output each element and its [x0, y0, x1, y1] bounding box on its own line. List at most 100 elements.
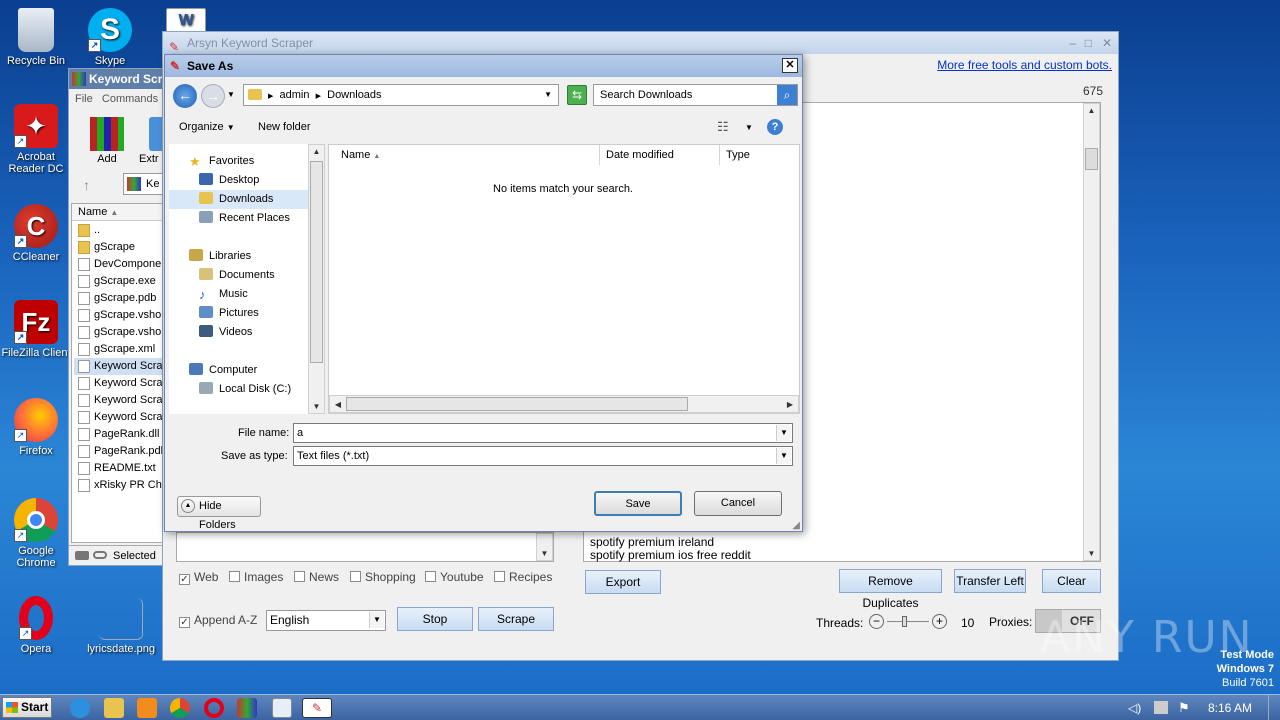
- scraper-taskbar-icon[interactable]: ✎: [302, 698, 332, 718]
- checkbox-append-az[interactable]: ✓: [179, 617, 190, 628]
- checkbox-news[interactable]: [294, 571, 305, 582]
- organize-button[interactable]: Organize ▼: [179, 121, 235, 133]
- scroll-left-arrow-icon[interactable]: ◀: [332, 400, 344, 409]
- file-list-item[interactable]: gScrape.pdb: [74, 290, 162, 307]
- file-list-item[interactable]: DevComponer: [74, 256, 162, 273]
- slider-thumb[interactable]: [902, 616, 907, 627]
- breadcrumb-downloads[interactable]: Downloads: [327, 89, 381, 101]
- scroll-right-arrow-icon[interactable]: ▶: [784, 400, 796, 409]
- column-type[interactable]: Type: [720, 145, 800, 165]
- file-list-item[interactable]: gScrape.exe: [74, 273, 162, 290]
- clock[interactable]: 8:16 AM: [1208, 701, 1252, 715]
- search-field[interactable]: Search Downloads ⌕: [593, 84, 798, 106]
- dialog-close-icon[interactable]: ✕: [782, 58, 798, 73]
- file-list-item[interactable]: Keyword Scra: [74, 375, 162, 392]
- file-list-item[interactable]: README.txt: [74, 460, 162, 477]
- opera-taskbar-icon[interactable]: [204, 698, 224, 718]
- file-list-item[interactable]: Keyword Scra: [74, 358, 162, 375]
- scroll-down-arrow-icon[interactable]: ▼: [309, 402, 324, 411]
- file-list-item[interactable]: gScrape.vsho: [74, 307, 162, 324]
- minus-icon[interactable]: −: [869, 614, 884, 629]
- result-item[interactable]: spotify premium ireland: [590, 535, 714, 549]
- file-list-h-scrollbar[interactable]: ◀ ▶: [329, 395, 799, 413]
- file-list-item[interactable]: ..: [74, 222, 162, 239]
- language-select[interactable]: English ▼: [266, 610, 386, 631]
- file-name-input[interactable]: a ▼: [293, 423, 793, 443]
- checkbox-recipes[interactable]: [494, 571, 505, 582]
- winrar-path-field[interactable]: Ke: [123, 173, 165, 195]
- column-name[interactable]: Name ▲: [335, 145, 600, 165]
- nav-documents[interactable]: Documents: [195, 266, 275, 285]
- firefox-icon[interactable]: ↗ Firefox: [0, 398, 72, 457]
- source-shopping[interactable]: Shopping: [350, 570, 416, 584]
- file-list-item[interactable]: PageRank.dll: [74, 426, 162, 443]
- results-scrollbar[interactable]: ▲ ▼: [1083, 103, 1100, 561]
- chevron-down-icon[interactable]: ▼: [776, 448, 791, 464]
- source-youtube[interactable]: Youtube: [425, 570, 484, 584]
- file-list-item[interactable]: Keyword Scra: [74, 409, 162, 426]
- append-az[interactable]: ✓ Append A-Z: [179, 613, 257, 628]
- up-arrow-icon[interactable]: ↑: [83, 177, 90, 193]
- checkbox-images[interactable]: [229, 571, 240, 582]
- plus-icon[interactable]: +: [932, 614, 947, 629]
- source-images[interactable]: Images: [229, 570, 283, 584]
- skype-icon[interactable]: S ↗ Skype: [74, 8, 146, 67]
- nav-local-disk[interactable]: Local Disk (C:): [195, 380, 291, 399]
- result-item[interactable]: spotify premium ios free reddit: [590, 548, 751, 562]
- keywords-input-area[interactable]: ▼: [176, 532, 554, 562]
- menu-file[interactable]: File: [75, 93, 93, 105]
- column-date-modified[interactable]: Date modified: [600, 145, 720, 165]
- refresh-button[interactable]: ⇆: [567, 85, 587, 105]
- app-titlebar[interactable]: ✎ Arsyn Keyword Scraper – □ ✕: [163, 32, 1118, 54]
- clear-button[interactable]: Clear: [1042, 569, 1101, 593]
- file-list-item[interactable]: gScrape.vsho: [74, 324, 162, 341]
- winrar-window[interactable]: Keyword Scr File Commands Add Extr ↑ Ke …: [68, 68, 165, 566]
- view-options-icon[interactable]: ☷: [717, 119, 729, 135]
- scroll-down-arrow-icon[interactable]: ▼: [1084, 549, 1099, 558]
- nav-libraries[interactable]: Libraries: [185, 247, 251, 266]
- checkbox-youtube[interactable]: [425, 571, 436, 582]
- more-tools-link[interactable]: More free tools and custom bots.: [937, 58, 1112, 72]
- scroll-up-arrow-icon[interactable]: ▲: [309, 147, 324, 156]
- nav-scrollbar[interactable]: ▲ ▼: [308, 144, 325, 414]
- ie-icon[interactable]: [70, 698, 90, 718]
- checkbox-shopping[interactable]: [350, 571, 361, 582]
- menu-commands[interactable]: Commands: [102, 93, 158, 105]
- nav-computer[interactable]: Computer: [185, 361, 257, 380]
- explorer-icon[interactable]: [104, 698, 124, 718]
- scroll-down-arrow-icon[interactable]: ▼: [537, 549, 552, 558]
- source-recipes[interactable]: Recipes: [494, 570, 552, 584]
- acrobat-icon[interactable]: ✦ ↗ Acrobat Reader DC: [0, 104, 72, 175]
- h-scroll-thumb[interactable]: [346, 397, 688, 411]
- nav-downloads[interactable]: Downloads: [169, 190, 309, 209]
- nav-favorites[interactable]: ★ Favorites: [185, 152, 254, 171]
- breadcrumb-admin[interactable]: admin: [280, 89, 310, 101]
- hide-folders-button[interactable]: ▲ Hide Folders: [177, 496, 261, 531]
- stop-button[interactable]: Stop: [397, 607, 473, 631]
- opera-icon[interactable]: ↗ Opera: [0, 596, 72, 655]
- transfer-left-button[interactable]: Transfer Left: [954, 569, 1026, 593]
- save-type-select[interactable]: Text files (*.txt) ▼: [293, 446, 793, 466]
- scroll-up-arrow-icon[interactable]: ▲: [1084, 106, 1099, 115]
- tray-speaker-icon[interactable]: ◁): [1128, 701, 1141, 715]
- history-dropdown-icon[interactable]: ▼: [227, 90, 235, 99]
- app-taskbar-icon[interactable]: [272, 698, 292, 718]
- show-desktop-button[interactable]: [1268, 695, 1280, 720]
- file-list-item[interactable]: PageRank.pdb: [74, 443, 162, 460]
- filezilla-icon[interactable]: Fz ↗ FileZilla Client: [0, 300, 72, 359]
- winrar-titlebar[interactable]: Keyword Scr: [69, 69, 163, 89]
- nav-desktop[interactable]: Desktop: [195, 171, 259, 190]
- search-icon[interactable]: ⌕: [777, 85, 797, 105]
- file-list-item[interactable]: xRisky PR Che: [74, 477, 162, 494]
- new-folder-button[interactable]: New folder: [258, 121, 311, 133]
- help-icon[interactable]: ?: [767, 119, 783, 135]
- file-list-item[interactable]: gScrape.xml: [74, 341, 162, 358]
- chrome-taskbar-icon[interactable]: [170, 698, 190, 718]
- threads-slider[interactable]: − +: [869, 614, 949, 630]
- minimize-icon[interactable]: –: [1069, 32, 1076, 54]
- cancel-button[interactable]: Cancel: [694, 491, 782, 516]
- scroll-thumb[interactable]: [1085, 148, 1098, 170]
- chevron-down-icon[interactable]: ▼: [776, 425, 791, 441]
- tray-network-icon[interactable]: [1154, 701, 1168, 714]
- source-news[interactable]: News: [294, 570, 339, 584]
